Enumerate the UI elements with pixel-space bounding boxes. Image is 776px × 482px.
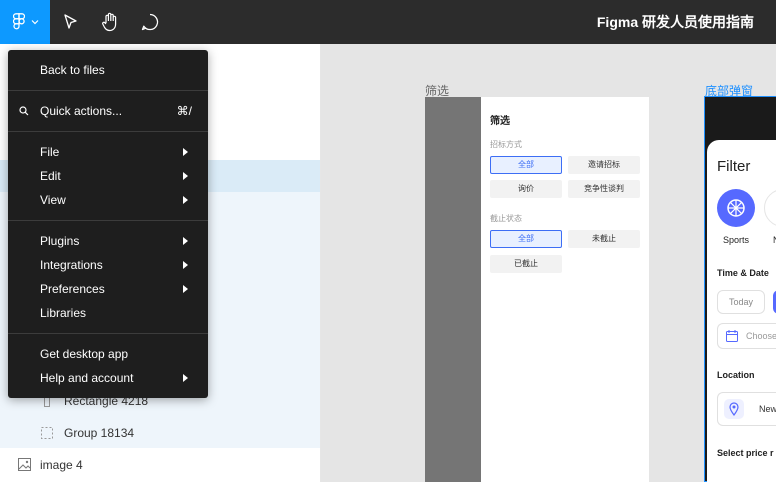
chip-not-closed[interactable]: 未截止 (568, 230, 640, 248)
location-pin-badge (724, 399, 744, 419)
menu-item-back-to-files[interactable]: Back to files (8, 58, 208, 82)
chip-invite[interactable]: 邀请招标 (568, 156, 640, 174)
sports-ball-icon (727, 199, 745, 217)
hand-icon (102, 12, 117, 32)
submenu-arrow-icon (183, 196, 188, 204)
chip-inquiry[interactable]: 询价 (490, 180, 562, 198)
layer-name: image 4 (40, 458, 83, 472)
chip-all-status[interactable]: 全部 (490, 230, 562, 248)
menu-item-help-and-account[interactable]: Help and account (8, 366, 208, 390)
layer-row-group[interactable]: Group 18134 (0, 417, 320, 449)
group-layer-icon (41, 427, 53, 439)
location-heading: Location (717, 370, 755, 380)
menu-item-edit[interactable]: Edit (8, 164, 208, 188)
main-menu-dropdown: Back to files Quick actions... ⌘/ File E… (8, 50, 208, 398)
comment-tool-button[interactable] (138, 10, 162, 34)
menu-item-preferences[interactable]: Preferences (8, 277, 208, 301)
sports-category-button[interactable] (717, 189, 755, 227)
filter-frame[interactable]: 筛选 招标方式 全部 邀请招标 询价 竞争性谈判 截止状态 全部 未截止 已截止 (481, 97, 649, 482)
time-date-heading: Time & Date (717, 268, 769, 278)
menu-item-get-desktop-app[interactable]: Get desktop app (8, 342, 208, 366)
keyboard-shortcut: ⌘/ (176, 104, 192, 118)
chevron-down-icon (31, 20, 39, 25)
hand-tool-button[interactable] (98, 10, 122, 34)
section-label: 截止状态 (490, 214, 522, 223)
menu-item-view[interactable]: View (8, 188, 208, 212)
menu-item-plugins[interactable]: Plugins (8, 229, 208, 253)
sports-label: Sports (723, 235, 750, 245)
search-icon (19, 106, 29, 116)
filter-title: Filter (717, 158, 751, 175)
price-range-heading: Select price r (717, 448, 774, 458)
calendar-icon (726, 330, 738, 342)
chip-all[interactable]: 全部 (490, 156, 562, 174)
menu-divider (8, 220, 208, 221)
choose-date-placeholder: Choose (746, 331, 776, 341)
move-cursor-icon (64, 14, 77, 29)
location-value: New (759, 404, 776, 414)
document-title[interactable]: Figma 研发人员使用指南 (597, 12, 754, 32)
image-layer-icon (18, 458, 31, 471)
main-menu-button[interactable] (0, 0, 50, 44)
submenu-arrow-icon (183, 237, 188, 245)
figma-logo-icon (13, 13, 25, 30)
top-toolbar: Figma 研发人员使用指南 (0, 0, 776, 44)
menu-item-integrations[interactable]: Integrations (8, 253, 208, 277)
section-label: 招标方式 (490, 140, 522, 149)
bottom-sheet-card: Filter Sports N Time & Date Today Choose… (707, 140, 776, 482)
chip-closed[interactable]: 已截止 (490, 255, 562, 273)
menu-item-quick-actions[interactable]: Quick actions... ⌘/ (8, 99, 208, 123)
location-field[interactable]: New (717, 392, 776, 426)
frame-title: 筛选 (490, 116, 510, 127)
submenu-arrow-icon (183, 148, 188, 156)
move-tool-button[interactable] (58, 10, 82, 34)
layer-row-image[interactable]: image 4 (0, 449, 320, 481)
layer-name: Group 18134 (64, 426, 135, 440)
today-label: Today (729, 297, 754, 307)
menu-divider (8, 333, 208, 334)
comment-icon (141, 13, 159, 31)
choose-date-field[interactable]: Choose (717, 323, 776, 349)
menu-divider (8, 90, 208, 91)
menu-item-file[interactable]: File (8, 140, 208, 164)
submenu-arrow-icon (183, 261, 188, 269)
menu-divider (8, 131, 208, 132)
submenu-arrow-icon (183, 285, 188, 293)
today-button[interactable]: Today (717, 290, 765, 314)
frame-gray-strip (425, 97, 481, 482)
chip-negotiation[interactable]: 竞争性谈判 (568, 180, 640, 198)
next-category-button[interactable] (764, 189, 776, 227)
menu-item-libraries[interactable]: Libraries (8, 301, 208, 325)
submenu-arrow-icon (183, 172, 188, 180)
submenu-arrow-icon (183, 374, 188, 382)
location-pin-icon (729, 402, 739, 416)
